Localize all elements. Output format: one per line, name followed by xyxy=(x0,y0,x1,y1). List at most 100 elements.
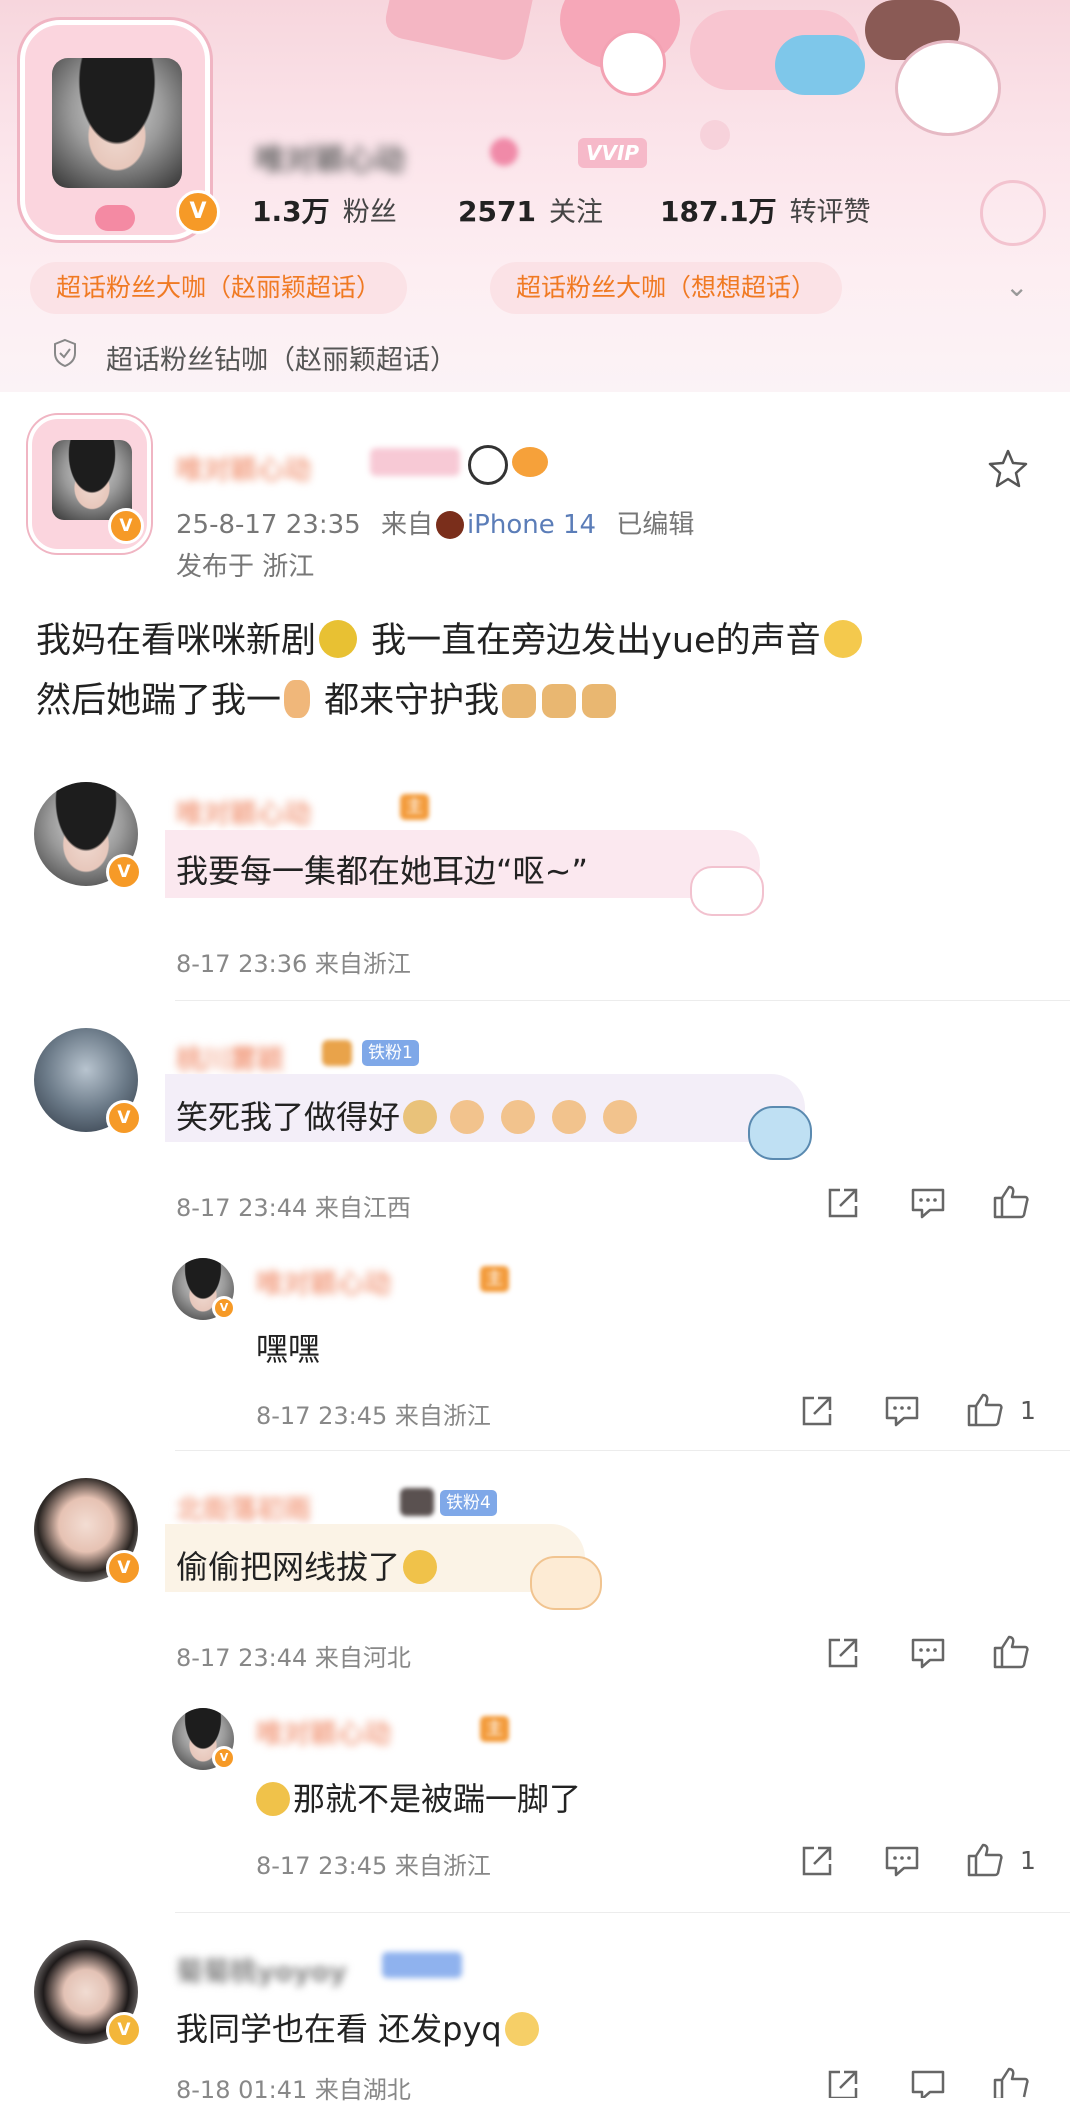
like-icon[interactable] xyxy=(992,2066,1030,2102)
crown-badge-icon xyxy=(400,1488,434,1516)
like-icon[interactable] xyxy=(992,1184,1030,1224)
shield-icon xyxy=(52,338,78,368)
comment-text-row: 偷偷把网线拔了 xyxy=(176,1542,440,1588)
doge-emoji-icon xyxy=(403,1100,438,1134)
verified-badge-icon: V xyxy=(106,854,142,890)
shark-sticker xyxy=(748,1106,812,1160)
comment-badge: 铁粉1 xyxy=(362,1040,419,1066)
heart-decoration-icon xyxy=(95,205,135,231)
post-edited[interactable]: 已编辑 xyxy=(616,510,694,540)
author-badge xyxy=(370,448,460,476)
reply-text: 那就不是被踹一脚了 xyxy=(293,1780,582,1818)
comment-text-row: 笑死我了做得好 xyxy=(176,1092,640,1138)
stat-following[interactable]: 2571 关注 xyxy=(458,190,603,229)
tag-super-fan-1[interactable]: 超话粉丝大咖（赵丽颖超话） xyxy=(30,262,408,314)
bunny-sticker xyxy=(690,866,764,916)
badge-icon xyxy=(490,138,518,166)
share-icon[interactable] xyxy=(826,1186,860,1224)
comment-meta: 8-17 23:36 来自浙江 xyxy=(176,950,411,978)
post-time: 25-8-17 23:35 xyxy=(176,510,361,540)
stat-reposts-num: 187.1万 xyxy=(660,195,777,228)
reply-badge: 主 xyxy=(480,1266,509,1292)
verified-badge-icon: V xyxy=(106,1100,142,1136)
decoration-cat xyxy=(895,40,1001,136)
decoration-ball xyxy=(980,180,1046,246)
tag-super-fan-2[interactable]: 超话粉丝大咖（想想超话） xyxy=(490,262,843,314)
share-icon[interactable] xyxy=(800,1394,834,1432)
comment-text: 我同学也在看 还发pyq xyxy=(176,2010,502,2048)
reply-author[interactable]: 唯对颖心动 xyxy=(256,1262,391,1301)
comment-text: 偷偷把网线拔了 xyxy=(176,1548,401,1586)
verified-badge-icon: V xyxy=(212,1296,236,1320)
diamond-tag: 超话粉丝钻咖（赵丽颖超话） xyxy=(106,345,457,376)
chevron-down-icon[interactable]: ⌄ xyxy=(1005,270,1028,303)
muscle-emoji-icon xyxy=(502,684,537,718)
vomit-emoji-icon xyxy=(319,620,358,658)
verified-badge-icon: V xyxy=(212,1746,236,1770)
comment-text: 笑死我了做得好 xyxy=(176,1098,401,1136)
like-icon[interactable] xyxy=(966,1842,1004,1882)
divider xyxy=(175,1912,1070,1913)
share-icon[interactable] xyxy=(826,2068,860,2102)
comment-icon[interactable] xyxy=(910,1636,946,1674)
like-count: 1 xyxy=(1020,1396,1036,1425)
profile-avatar[interactable] xyxy=(52,58,182,188)
comment-badge: 铁粉4 xyxy=(440,1490,497,1516)
divider xyxy=(175,1450,1070,1451)
post-device[interactable]: iPhone 14 xyxy=(467,510,596,540)
comment-icon[interactable] xyxy=(910,2068,946,2102)
comment-icon[interactable] xyxy=(884,1394,920,1432)
post-from: 来自 xyxy=(380,510,433,540)
star-icon[interactable] xyxy=(988,448,1028,492)
comment-author[interactable]: 北街落初雨 xyxy=(176,1488,311,1527)
reply-text: 嘿嘿 xyxy=(256,1330,321,1368)
fish-icon xyxy=(512,447,548,477)
comment-icon[interactable] xyxy=(910,1186,946,1224)
comment-author[interactable]: 唯对颖心动 xyxy=(176,792,311,831)
post-text-1a: 我妈在看咪咪新剧 xyxy=(36,621,317,661)
vip-label: VVIP xyxy=(578,138,648,168)
comment-meta: 8-17 23:44 来自江西 xyxy=(176,1194,411,1222)
foot-emoji-icon xyxy=(284,680,311,718)
comment-badge: 主 xyxy=(400,794,429,820)
reply-author[interactable]: 唯对颖心动 xyxy=(256,1712,391,1751)
verified-badge-icon: V xyxy=(106,1550,142,1586)
reply-text-row: 那就不是被踹一脚了 xyxy=(256,1774,581,1820)
like-icon[interactable] xyxy=(992,1634,1030,1674)
like-count: 1 xyxy=(1020,1846,1036,1875)
post-meta-row: 25-8-17 23:35 来自 iPhone 14 已编辑 xyxy=(176,504,694,541)
like-icon[interactable] xyxy=(966,1392,1004,1432)
comment-meta: 8-17 23:44 来自河北 xyxy=(176,1644,411,1672)
stat-following-label: 关注 xyxy=(549,197,604,228)
post-text-line-1: 我妈在看咪咪新剧 我一直在旁边发出yue的声音 xyxy=(36,612,865,663)
device-icon xyxy=(435,511,464,539)
reply-meta: 8-17 23:45 来自浙江 xyxy=(256,1402,491,1430)
comment-text-row: 我同学也在看 还发pyq xyxy=(176,2004,542,2050)
stat-fans[interactable]: 1.3万 粉丝 xyxy=(252,190,397,230)
comment-author[interactable]: 菊菊桃yoyoy xyxy=(176,1950,347,1989)
comment-author[interactable]: 桃川雾颖 xyxy=(176,1038,284,1077)
post-author[interactable]: 唯对颖心动 xyxy=(176,448,311,487)
thumbs-up-emoji-icon xyxy=(450,1100,485,1134)
reply-badge: 主 xyxy=(480,1716,509,1742)
post-text-line-2: 然后她踹了我一 都来守护我 xyxy=(36,672,619,723)
decoration-candy xyxy=(600,30,666,96)
thumbs-up-emoji-icon xyxy=(603,1100,638,1134)
verified-badge-icon: V xyxy=(176,190,220,234)
thumbs-up-emoji-icon xyxy=(501,1100,536,1134)
post-text-2b: 都来守护我 xyxy=(313,681,500,721)
hand-badge-icon xyxy=(322,1040,352,1066)
rainbow-sticker xyxy=(530,1556,602,1610)
divider xyxy=(175,1000,1070,1001)
comment-icon[interactable] xyxy=(884,1844,920,1882)
panda-icon xyxy=(468,445,508,485)
comment-badge xyxy=(382,1952,462,1978)
muscle-emoji-icon xyxy=(542,684,577,718)
share-icon[interactable] xyxy=(800,1844,834,1882)
share-icon[interactable] xyxy=(826,1636,860,1674)
stat-reposts-label: 转评赞 xyxy=(789,197,871,228)
post-text-2a: 然后她踹了我一 xyxy=(36,681,282,721)
comment-meta: 8-18 01:41 来自湖北 xyxy=(176,2076,411,2104)
stat-reposts[interactable]: 187.1万 转评赞 xyxy=(660,190,871,230)
decoration-blue-fish xyxy=(775,35,865,95)
